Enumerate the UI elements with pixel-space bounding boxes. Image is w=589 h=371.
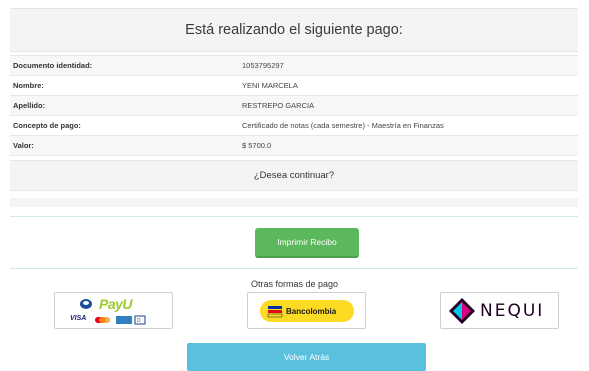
detail-value: Certificado de notas (cada semestre) - M… — [242, 121, 444, 130]
bancolombia-logo-icon: Bancolombia — [260, 300, 354, 322]
detail-label: Nombre: — [13, 81, 44, 90]
spacer-band — [10, 198, 578, 207]
payu-payment-option[interactable]: D PayU VISA — [54, 292, 173, 329]
detail-row-valor: Valor: $ 5700.0 — [10, 135, 578, 156]
confirm-question: ¿Desea continuar? — [10, 160, 578, 191]
detail-value: $ 5700.0 — [242, 141, 272, 150]
detail-row-concepto: Concepto de pago: Certificado de notas (… — [10, 115, 578, 135]
detail-label: Documento identidad: — [13, 61, 93, 70]
print-receipt-button[interactable]: Imprimir Recibo — [255, 228, 359, 258]
nequi-logo-icon — [449, 298, 475, 324]
divider — [10, 268, 578, 269]
page-title: Está realizando el siguiente pago: — [185, 22, 403, 38]
detail-row-nombre: Nombre: YENI MARCELA — [10, 75, 578, 95]
detail-value: YENI MARCELA — [242, 81, 298, 90]
nequi-payment-option[interactable]: NEQUI — [440, 292, 559, 329]
visa-card-text: VISA — [70, 315, 87, 322]
svg-text:D: D — [137, 318, 141, 324]
bancolombia-payment-option[interactable]: Bancolombia — [247, 292, 366, 329]
nequi-brand-text: NEQUI — [480, 301, 545, 321]
detail-value: 1053795297 — [242, 61, 284, 70]
payment-header: Está realizando el siguiente pago: — [10, 8, 578, 52]
payment-details-table: Documento identidad: 1053795297 Nombre: … — [10, 55, 578, 156]
bancolombia-brand-text: Bancolombia — [286, 306, 337, 316]
back-button[interactable]: Volver Atrás — [187, 343, 426, 371]
confirm-question-text: ¿Desea continuar? — [253, 170, 335, 181]
detail-value: RESTREPO GARCIA — [242, 101, 315, 110]
payu-brand-text: PayU — [99, 296, 133, 312]
detail-row-documento: Documento identidad: 1053795297 — [10, 55, 578, 75]
bancolombia-mark-icon — [267, 306, 283, 318]
detail-label: Valor: — [13, 141, 34, 150]
divider — [10, 216, 578, 217]
detail-label: Apellido: — [13, 101, 46, 110]
detail-row-apellido: Apellido: RESTREPO GARCIA — [10, 95, 578, 115]
other-payments-title: Otras formas de pago — [250, 279, 339, 289]
detail-label: Concepto de pago: — [13, 121, 81, 130]
